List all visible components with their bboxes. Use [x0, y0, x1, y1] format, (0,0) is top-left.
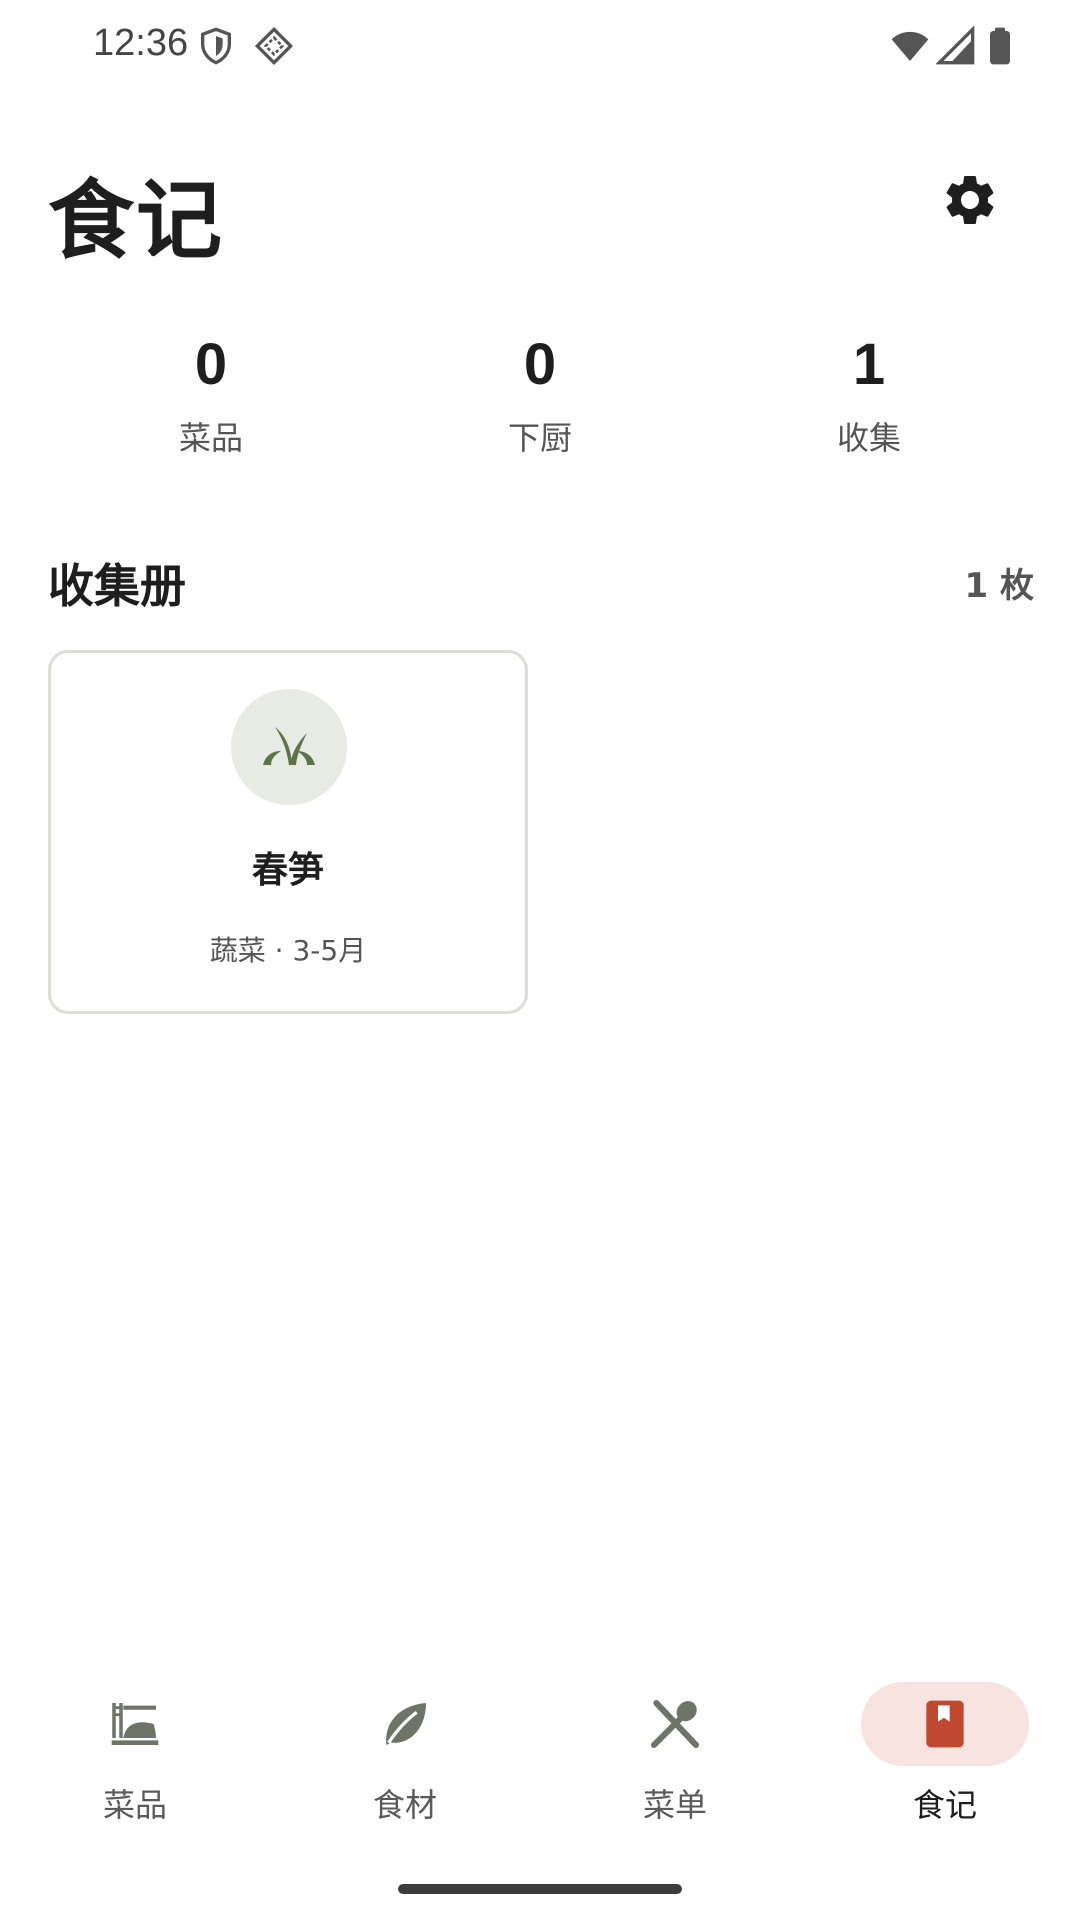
bookmark-book-icon: [926, 1700, 964, 1748]
card-title: 春笋: [251, 850, 324, 891]
bottom-nav: 菜品 食材 菜单 食记: [0, 1670, 1080, 1840]
nav-icon-container: [321, 1682, 489, 1766]
nav-icon-container: [51, 1682, 219, 1766]
stat-dishes: 0 菜品: [91, 330, 331, 460]
nav-item-dishes[interactable]: 菜品: [0, 1670, 270, 1840]
stat-cooked: 0 下厨: [420, 330, 660, 460]
settings-button[interactable]: [940, 170, 1000, 230]
sprout-icon: [263, 727, 315, 765]
app-screen: 12:36 食记 0 菜品 0 下厨 1 收集 收集册 1 枚 春笋 蔬菜 · …: [0, 0, 1080, 1920]
stat-value: 0: [523, 332, 557, 397]
vpn-diamond-icon: [254, 26, 294, 66]
collection-title: 收集册: [48, 559, 186, 613]
cellular-signal-icon: [936, 26, 976, 66]
card-subtitle: 蔬菜 · 3-5月: [209, 934, 367, 967]
dish-icon: [111, 1703, 159, 1745]
nav-item-ingredients[interactable]: 食材: [270, 1670, 540, 1840]
leaf-icon: [386, 1703, 426, 1745]
wifi-icon: [890, 26, 930, 66]
stat-collected: 1 收集: [749, 330, 989, 460]
nav-label: 食材: [372, 1786, 437, 1824]
collection-card[interactable]: 春笋 蔬菜 · 3-5月: [48, 650, 528, 1014]
status-time: 12:36: [93, 22, 189, 64]
battery-icon: [980, 26, 1020, 66]
status-bar: 12:36: [0, 0, 1080, 90]
stat-label: 菜品: [178, 419, 243, 457]
stat-value: 0: [194, 332, 228, 397]
nav-icon-container-active: [861, 1682, 1029, 1766]
nav-item-journal[interactable]: 食记: [810, 1670, 1080, 1840]
nav-icon-container: [591, 1682, 759, 1766]
collection-count: 1 枚: [964, 566, 1035, 606]
nav-label: 食记: [912, 1786, 977, 1824]
utensils-icon: [650, 1699, 700, 1749]
stat-label: 下厨: [507, 419, 572, 457]
shield-icon: [196, 26, 236, 66]
nav-item-menu[interactable]: 菜单: [540, 1670, 810, 1840]
stat-label: 收集: [836, 419, 901, 457]
nav-label: 菜单: [642, 1786, 707, 1824]
home-indicator[interactable]: [398, 1884, 682, 1894]
gear-icon: [946, 176, 994, 224]
page-title: 食记: [48, 171, 224, 271]
card-avatar: [231, 689, 347, 805]
nav-label: 菜品: [102, 1786, 167, 1824]
stat-value: 1: [852, 332, 886, 397]
